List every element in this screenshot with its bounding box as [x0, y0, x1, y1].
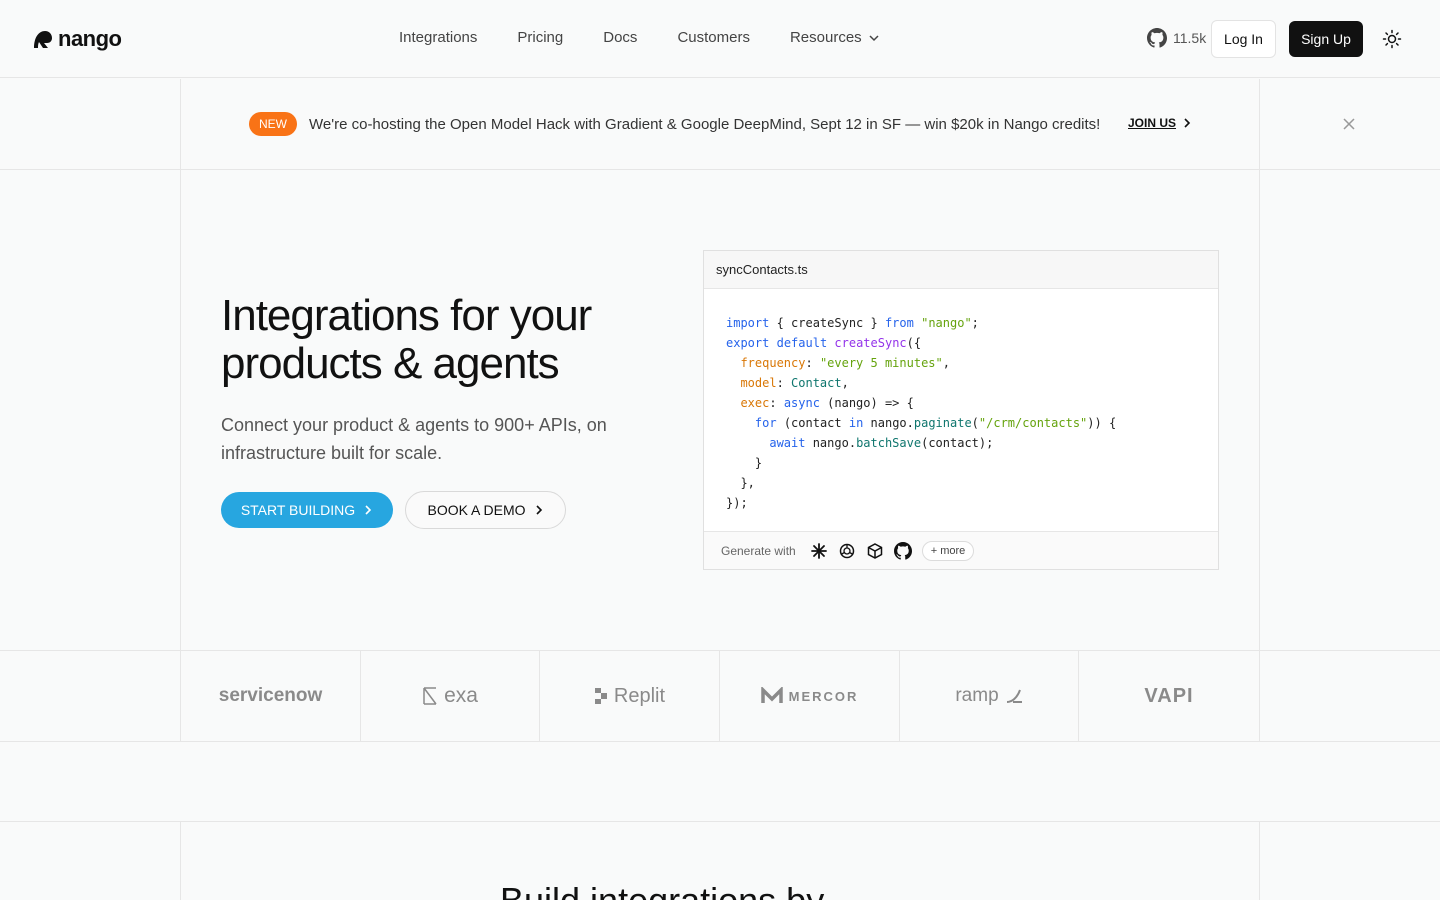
more-generators-button[interactable]: + more [921, 540, 975, 561]
brand-logo[interactable]: nango [32, 26, 122, 52]
gap-mask [180, 742, 1260, 821]
exa-logo: exa [444, 684, 478, 707]
close-banner-button[interactable] [1342, 117, 1356, 136]
hero-subtitle: Connect your product & agents to 900+ AP… [221, 415, 607, 463]
nav-pricing[interactable]: Pricing [517, 29, 563, 46]
customer-logo-mercor: MERCOR [720, 651, 899, 741]
book-demo-button[interactable]: BOOK A DEMO [405, 491, 566, 529]
customer-logo-replit: Replit [540, 651, 719, 741]
announcement-banner: NEW We're co-hosting the Open Model Hack… [249, 112, 1100, 136]
exa-logo-icon [423, 687, 437, 705]
nav-resources[interactable]: Resources [790, 29, 880, 46]
grid-line-section-top [0, 821, 1440, 822]
hero-title-line-1: Integrations for your [221, 291, 592, 340]
customer-logo-exa: exa [361, 651, 539, 741]
ramp-logo-icon [1006, 689, 1022, 703]
openai-icon[interactable] [838, 542, 856, 560]
announcement-text: We're co-hosting the Open Model Hack wit… [309, 115, 1101, 133]
customer-logo-ramp: ramp [900, 651, 1078, 741]
chevron-right-icon [535, 505, 542, 515]
main-nav: Integrations Pricing Docs Customers Reso… [399, 29, 880, 46]
generate-with-label: Generate with [721, 543, 796, 558]
theme-toggle[interactable] [1382, 29, 1402, 54]
signup-button[interactable]: Sign Up [1289, 21, 1363, 57]
github-icon[interactable] [893, 541, 912, 560]
site-header: nango Integrations Pricing Docs Customer… [0, 0, 1440, 78]
customer-logo-vapi: VAPI [1079, 651, 1259, 741]
cube-icon[interactable] [866, 542, 884, 560]
nav-integrations[interactable]: Integrations [399, 29, 477, 46]
github-icon [1147, 28, 1167, 48]
join-us-label: JOIN US [1128, 116, 1177, 130]
claude-icon[interactable] [810, 542, 828, 560]
replit-logo-icon [594, 688, 607, 704]
mercor-logo: MERCOR [788, 688, 859, 704]
replit-logo: Replit [613, 684, 666, 707]
nav-resources-label: Resources [789, 29, 862, 46]
github-star-count: 11.5k [1173, 30, 1207, 46]
mercor-logo-icon [760, 687, 783, 703]
hero-title: Integrations for your products & agents [221, 292, 661, 388]
nav-customers[interactable]: Customers [677, 29, 750, 46]
nav-docs[interactable]: Docs [603, 29, 637, 46]
join-us-link[interactable]: JOIN US [1128, 116, 1192, 130]
chevron-right-icon [1184, 118, 1191, 128]
login-button[interactable]: Log In [1211, 20, 1276, 58]
code-snippet: import { createSync } from "nango"; expo… [726, 316, 1117, 510]
code-file-tab[interactable]: syncContacts.ts [704, 251, 1218, 289]
generate-with-bar: Generate with + more [704, 531, 1218, 569]
sun-icon [1382, 29, 1402, 49]
hero-title-line-2: products & agents [221, 339, 560, 388]
chevron-down-icon [869, 34, 879, 41]
vapi-logo: VAPI [1144, 684, 1194, 707]
code-panel: syncContacts.ts import { createSync } fr… [703, 250, 1219, 570]
start-building-button[interactable]: START BUILDING [221, 492, 393, 528]
servicenow-logo: servicenow [218, 685, 323, 706]
close-icon [1343, 118, 1355, 130]
ramp-logo: ramp [955, 685, 999, 706]
grid-line-banner-bottom [0, 169, 1440, 170]
book-demo-label: BOOK A DEMO [427, 502, 526, 518]
nango-logo-icon [34, 31, 52, 48]
brand-name: nango [58, 26, 122, 51]
customer-logo-servicenow: servicenow [181, 651, 360, 741]
new-badge: NEW [249, 112, 297, 136]
section-title: Build integrations by [500, 880, 824, 900]
generate-icons [810, 541, 912, 560]
chevron-right-icon [365, 505, 372, 515]
github-stars-link[interactable]: 11.5k [1147, 28, 1206, 48]
start-building-label: START BUILDING [240, 502, 356, 518]
